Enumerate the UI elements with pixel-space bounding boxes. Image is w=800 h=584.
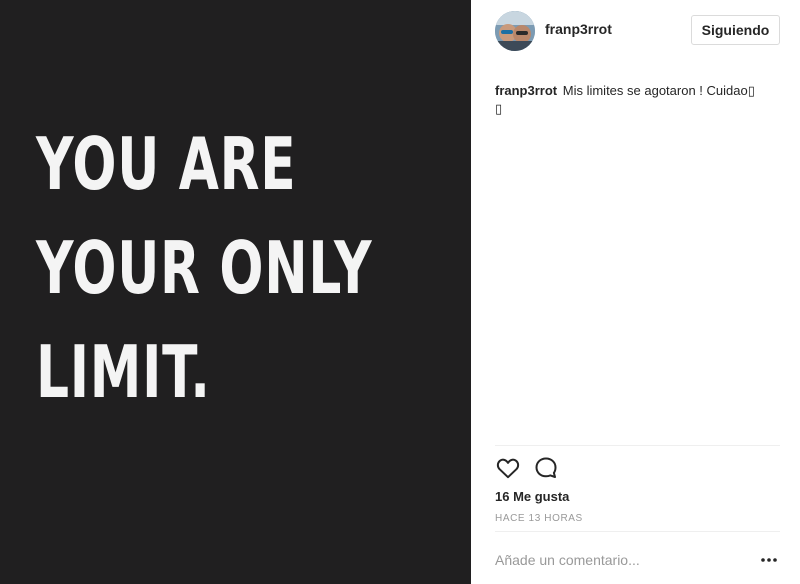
- header-username-link[interactable]: franp3rrot: [545, 21, 612, 37]
- comment-bubble-icon[interactable]: [533, 455, 559, 481]
- post-sidebar: franp3rrot Siguiendo franp3rrot Mis limi…: [471, 0, 800, 584]
- instagram-post: YOU ARE YOUR ONLY LIMIT. franp3rrot Sigu…: [0, 0, 800, 584]
- caption-username-link[interactable]: franp3rrot: [495, 83, 557, 98]
- actions-divider: [495, 445, 780, 446]
- comment-input[interactable]: [495, 548, 745, 572]
- comment-divider: [495, 531, 780, 532]
- quote-line-2: YOUR ONLY: [36, 226, 373, 310]
- image-quote-text: YOU ARE YOUR ONLY LIMIT.: [36, 112, 372, 424]
- like-count[interactable]: 16 Me gusta: [495, 489, 569, 504]
- more-options-icon[interactable]: [759, 552, 779, 568]
- post-caption: franp3rrot Mis limites se agotaron ! Cui…: [495, 82, 785, 118]
- post-actions: [495, 455, 780, 481]
- post-image[interactable]: YOU ARE YOUR ONLY LIMIT.: [0, 0, 471, 584]
- quote-line-3: LIMIT.: [36, 330, 211, 414]
- post-header: franp3rrot Siguiendo: [471, 0, 800, 62]
- following-button[interactable]: Siguiendo: [691, 15, 780, 45]
- post-timestamp[interactable]: HACE 13 HORAS: [495, 513, 583, 524]
- heart-outline-icon[interactable]: [495, 455, 521, 481]
- quote-line-1: YOU ARE: [36, 122, 297, 206]
- avatar[interactable]: [495, 11, 535, 51]
- avatar-photo-icon: [495, 11, 535, 51]
